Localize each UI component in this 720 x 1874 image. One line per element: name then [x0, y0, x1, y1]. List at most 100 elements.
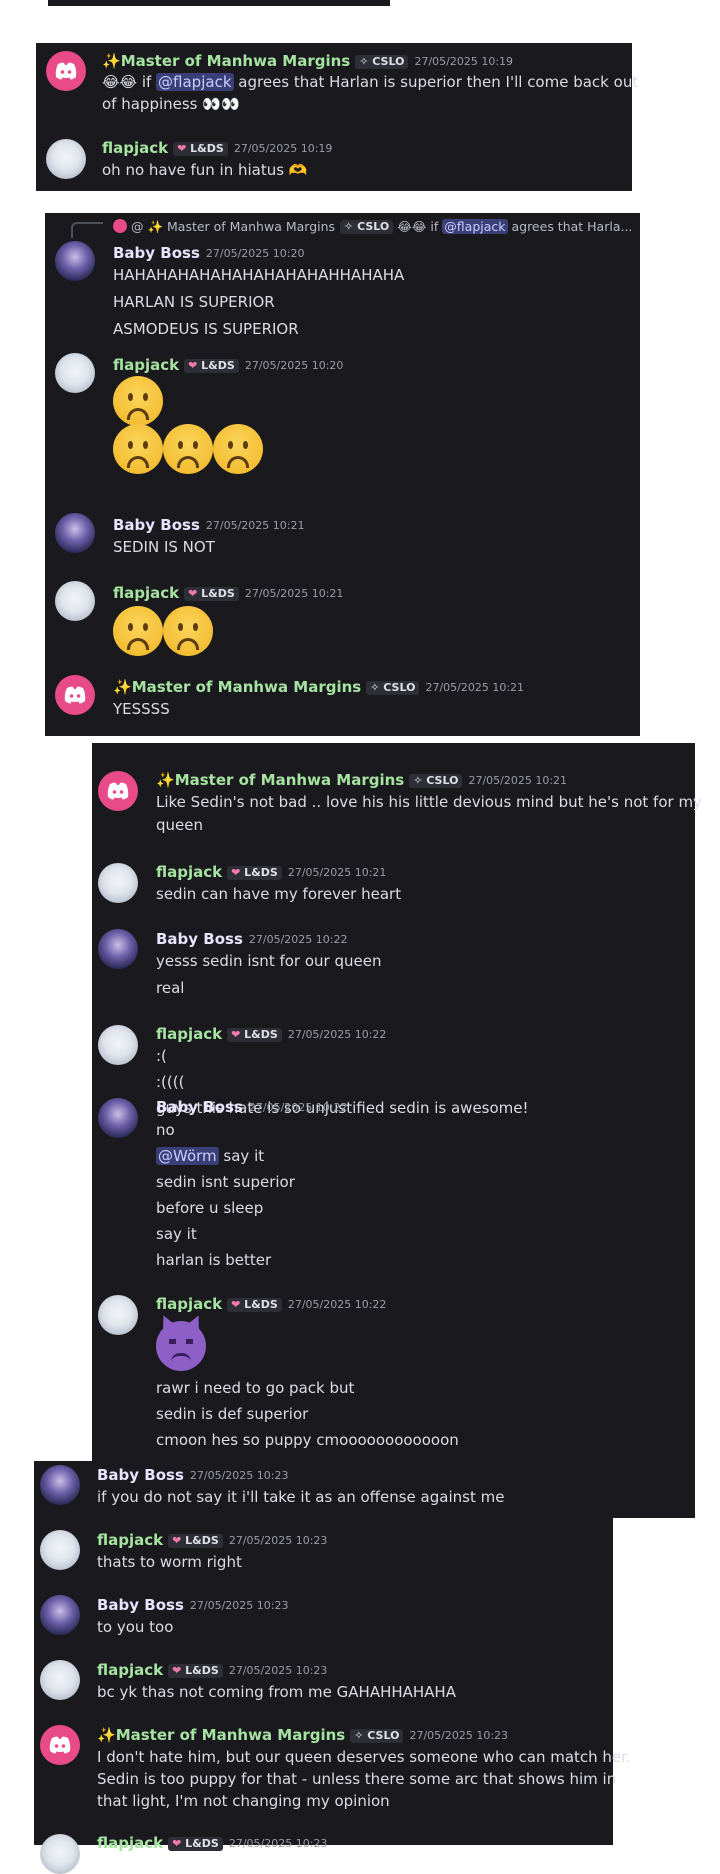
message-text: HARLAN IS SUPERIOR: [113, 293, 275, 311]
message-text: SEDIN IS NOT: [113, 538, 215, 556]
message-text: :(: [156, 1047, 167, 1065]
timestamp: 27/05/2025 10:22: [287, 1028, 387, 1041]
discord-logo-icon: [113, 219, 127, 233]
previous-panel-edge: [48, 0, 390, 6]
username[interactable]: flapjack: [97, 1531, 163, 1549]
timestamp: 27/05/2025 10:23: [189, 1469, 289, 1482]
message-text: no: [156, 1121, 175, 1139]
message-text: that light, I'm not changing my opinion: [97, 1792, 390, 1810]
chat-panel-1: ✨Master of Manhwa Margins ✧ CSLO 27/05/202…: [36, 43, 638, 191]
username[interactable]: Master of Manhwa Margins: [132, 678, 362, 696]
username[interactable]: Master of Manhwa Margins: [116, 1726, 346, 1744]
message-text: oh no have fun in hiatus 🫶: [102, 161, 308, 179]
timestamp: 27/05/2025 10:21: [287, 866, 387, 879]
timestamp: 27/05/2025 10:21: [244, 587, 344, 600]
username[interactable]: flapjack: [97, 1834, 163, 1852]
message-text: to you too: [97, 1618, 174, 1636]
role-tag: ❤ L&DS: [168, 1534, 223, 1548]
message-text: cmoon hes so puppy cmoooooooooooon: [156, 1431, 459, 1449]
avatar[interactable]: [40, 1465, 80, 1505]
role-tag: ❤ L&DS: [184, 359, 239, 373]
avatar[interactable]: [40, 1530, 80, 1570]
avatar[interactable]: [98, 863, 138, 903]
chat-panel-3: ✨Master of Manhwa Margins ✧ CSLO 27/05/202…: [92, 743, 702, 1518]
frowning-face-emoji: [113, 376, 163, 426]
username[interactable]: flapjack: [156, 1025, 222, 1043]
message-text: I don't hate him, but our queen deserves…: [97, 1748, 631, 1766]
username[interactable]: Baby Boss: [113, 244, 200, 262]
timestamp: 27/05/2025 10:19: [414, 55, 514, 68]
avatar[interactable]: [98, 1295, 138, 1335]
message-text: sedin can have my forever heart: [156, 885, 402, 903]
discord-logo-icon: [55, 62, 77, 80]
discord-logo-icon: [64, 686, 86, 704]
role-tag: ❤ L&DS: [173, 142, 228, 156]
timestamp: 27/05/2025 10:20: [244, 359, 344, 372]
role-tag: ✧ CSLO: [366, 681, 420, 695]
message-text: HAHAHAHAHAHAHAHAHAHAHHAHAHA: [113, 266, 405, 284]
username[interactable]: flapjack: [156, 1295, 222, 1313]
username[interactable]: flapjack: [113, 356, 179, 374]
avatar[interactable]: [46, 51, 86, 91]
frowning-face-emoji: [113, 424, 163, 474]
role-tag: ❤ L&DS: [168, 1664, 223, 1678]
message-text: YESSSS: [113, 700, 170, 718]
avatar[interactable]: [98, 1025, 138, 1065]
avatar[interactable]: [40, 1725, 80, 1765]
message-text: yesss sedin isnt for our queen: [156, 952, 382, 970]
message-text: harlan is better: [156, 1251, 272, 1269]
frowning-face-emoji: [113, 606, 163, 656]
avatar[interactable]: [55, 581, 95, 621]
timestamp: 27/05/2025 10:22: [287, 1298, 387, 1311]
reply-connector: [71, 222, 103, 238]
avatar[interactable]: [55, 353, 95, 393]
timestamp: 27/05/2025 10:20: [205, 247, 305, 260]
user-mention[interactable]: @Wörm: [156, 1147, 219, 1165]
discord-logo-icon: [49, 1736, 71, 1754]
username[interactable]: Baby Boss: [156, 1098, 243, 1116]
message-text: of happiness 👀👀: [102, 95, 240, 113]
username[interactable]: Baby Boss: [97, 1596, 184, 1614]
frowning-face-emoji: [213, 424, 263, 474]
timestamp: 27/05/2025 10:23: [228, 1534, 328, 1547]
message-text: 😂😂 if @flapjack agrees that Harlan is su…: [102, 73, 639, 91]
username[interactable]: Baby Boss: [156, 930, 243, 948]
timestamp: 27/05/2025 10:23: [228, 1664, 328, 1677]
message-text: ASMODEUS IS SUPERIOR: [113, 320, 299, 338]
role-tag: ✧ CSLO: [409, 774, 463, 788]
message-text: sedin isnt superior: [156, 1173, 295, 1191]
role-tag: ✧ CSLO: [355, 55, 409, 69]
timestamp: 27/05/2025 10:21: [205, 519, 305, 532]
role-tag: ❤ L&DS: [227, 866, 282, 880]
timestamp: 27/05/2025 10:23: [228, 1837, 328, 1850]
username[interactable]: flapjack: [113, 584, 179, 602]
timestamp: 27/05/2025 10:22: [248, 933, 348, 946]
avatar[interactable]: [46, 139, 86, 179]
role-tag: ✧ CSLO: [340, 220, 394, 234]
username[interactable]: Master of Manhwa Margins: [175, 771, 405, 789]
username[interactable]: Master of Manhwa Margins: [121, 52, 351, 70]
avatar[interactable]: [98, 771, 138, 811]
avatar[interactable]: [98, 1098, 138, 1138]
message-text: real: [156, 979, 185, 997]
avatar[interactable]: [40, 1834, 80, 1874]
message-text: Sedin is too puppy for that - unless the…: [97, 1770, 617, 1788]
username[interactable]: flapjack: [102, 139, 168, 157]
avatar[interactable]: [55, 675, 95, 715]
avatar[interactable]: [98, 929, 138, 969]
username[interactable]: flapjack: [156, 863, 222, 881]
timestamp: 27/05/2025 10:22: [248, 1101, 348, 1114]
user-mention[interactable]: @flapjack: [156, 73, 234, 91]
username[interactable]: Baby Boss: [113, 516, 200, 534]
avatar[interactable]: [55, 513, 95, 553]
message-text: before u sleep: [156, 1199, 264, 1217]
reply-preview[interactable]: @ ✨ Master of Manhwa Margins ✧ CSLO 😂😂 if…: [113, 219, 632, 235]
avatar[interactable]: [40, 1595, 80, 1635]
message-text: @Wörm say it: [156, 1147, 265, 1165]
avatar[interactable]: [55, 241, 95, 281]
username[interactable]: flapjack: [97, 1661, 163, 1679]
username[interactable]: Baby Boss: [97, 1466, 184, 1484]
frowning-face-emoji: [163, 424, 213, 474]
discord-logo-icon: [107, 782, 129, 800]
avatar[interactable]: [40, 1660, 80, 1700]
